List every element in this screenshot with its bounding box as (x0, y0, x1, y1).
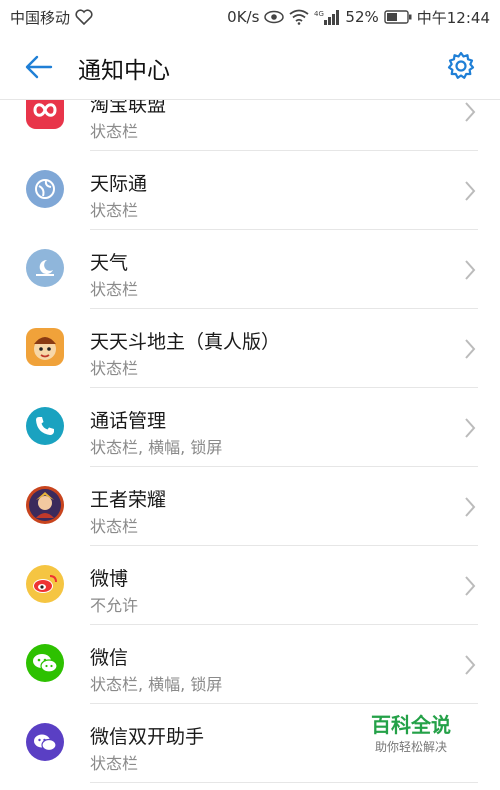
wechat-dual-icon (26, 723, 64, 761)
carrier-label: 中国移动 (10, 8, 71, 27)
app-name: 微博 (90, 568, 129, 590)
app-name: 微信双开助手 (90, 726, 205, 748)
app-status: 状态栏, 横幅, 锁屏 (90, 675, 223, 694)
app-status: 状态栏 (90, 754, 139, 773)
speed-label: 0K/s (227, 8, 260, 26)
eye-icon (264, 10, 285, 24)
app-name: 天际通 (90, 173, 148, 195)
taobao-union-icon (26, 100, 64, 129)
list-item-doudizhu[interactable]: 天天斗地主（真人版） 状态栏 (0, 309, 500, 388)
app-status: 状态栏 (90, 122, 139, 141)
app-status: 状态栏 (90, 201, 139, 220)
app-status: 状态栏 (90, 280, 139, 299)
battery-icon (384, 10, 412, 24)
app-name: 天天斗地主（真人版） (90, 331, 281, 353)
back-button[interactable] (24, 52, 54, 82)
app-status: 状态栏 (90, 517, 139, 536)
tianjitong-icon (26, 170, 64, 208)
heart-icon (75, 9, 93, 25)
list-item-weather[interactable]: 天气 状态栏 (0, 230, 500, 309)
signal-icon: 4G (314, 9, 340, 25)
watermark-title: 百科全说 (371, 713, 451, 737)
weather-icon (26, 249, 64, 287)
app-name: 天气 (90, 252, 129, 274)
list-item-tianjitong[interactable]: 天际通 状态栏 (0, 151, 500, 230)
app-header: 通知中心 (0, 34, 500, 100)
chevron-right-icon (465, 339, 476, 359)
doudizhu-icon (26, 328, 64, 366)
app-status: 不允许 (90, 596, 139, 615)
chevron-right-icon (465, 418, 476, 438)
list-item-wechat[interactable]: 微信 状态栏, 横幅, 锁屏 (0, 625, 500, 704)
app-name: 微信 (90, 647, 129, 669)
wechat-icon (26, 644, 64, 682)
app-name: 王者荣耀 (90, 489, 167, 511)
status-bar: 中国移动 0K/s 4G 52% 中午12:44 (0, 0, 500, 34)
chevron-right-icon (465, 576, 476, 596)
settings-button[interactable] (446, 51, 476, 81)
phone-icon (26, 407, 64, 445)
gear-icon (447, 51, 475, 79)
app-name: 通话管理 (90, 410, 167, 432)
network-type-label: 4G (314, 10, 324, 18)
page-title: 通知中心 (78, 58, 170, 84)
chevron-right-icon (465, 655, 476, 675)
app-notification-list: 淘宝联盟 状态栏 天际通 状态栏 天气 状态栏 天天斗地主（真人版） 状态栏 通… (0, 100, 500, 790)
app-name: 淘宝联盟 (90, 100, 167, 116)
chevron-right-icon (465, 102, 476, 122)
app-status: 状态栏 (90, 359, 139, 378)
arrow-left-icon (25, 55, 53, 79)
list-item-taobao-union[interactable]: 淘宝联盟 状态栏 (0, 100, 500, 151)
list-item-weibo[interactable]: 微博 不允许 (0, 546, 500, 625)
watermark-subtitle: 助你轻松解决 (374, 740, 447, 754)
honor-of-kings-icon (26, 486, 64, 524)
battery-percent: 52% (345, 8, 379, 26)
app-status: 状态栏, 横幅, 锁屏 (90, 438, 223, 457)
chevron-right-icon (465, 260, 476, 280)
list-item-call-manager[interactable]: 通话管理 状态栏, 横幅, 锁屏 (0, 388, 500, 467)
clock-label: 中午12:44 (416, 8, 490, 27)
chevron-right-icon (465, 497, 476, 517)
weibo-icon (26, 565, 64, 603)
list-item-honor-of-kings[interactable]: 王者荣耀 状态栏 (0, 467, 500, 546)
watermark-logo: 百科全说 助你轻松解决 (348, 712, 474, 764)
chevron-right-icon (465, 181, 476, 201)
wifi-icon (289, 9, 309, 25)
